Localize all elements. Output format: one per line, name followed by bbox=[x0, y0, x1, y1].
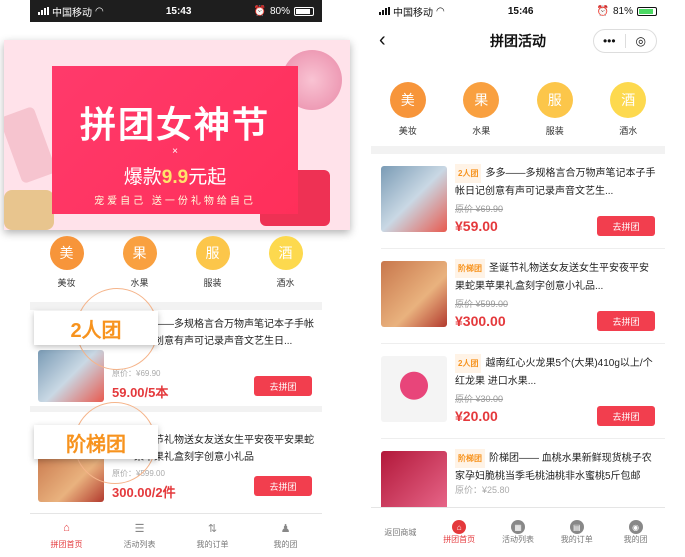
divider bbox=[30, 302, 322, 310]
tab-home[interactable]: ⌂ 拼团首页 bbox=[430, 508, 489, 557]
orders-icon: ⇅ bbox=[207, 522, 218, 535]
product-image bbox=[381, 261, 447, 327]
banner-title: 拼团女神节 bbox=[79, 104, 270, 146]
category-clothing[interactable]: 服服装 bbox=[195, 236, 230, 289]
category-row: 美美妆 果水果 服服装 酒酒水 bbox=[30, 236, 322, 289]
product-title: 2人团 多多——多规格言合万物声笔记本子手帐日记创意有声可记录声音文艺生... bbox=[455, 164, 657, 198]
group-icon: ◉ bbox=[628, 520, 643, 534]
group-badge: 2人团 bbox=[455, 354, 482, 373]
cake-decoration bbox=[4, 190, 54, 230]
orders-icon: ▤ bbox=[569, 520, 584, 534]
status-bar: 中国移动 ◠ 15:46 ⏰ 81% bbox=[371, 0, 665, 22]
nav-bar: ‹ 拼团活动 ••• ◎ bbox=[371, 22, 665, 60]
battery-charging-icon bbox=[637, 6, 657, 16]
group-price: ¥59.00 bbox=[455, 218, 498, 234]
home-icon: ⌂ bbox=[63, 522, 70, 534]
product-title: 圣诞节礼物送女友送女生平安夜平安果蛇果苹果礼盒刻字创意小礼品 bbox=[134, 435, 314, 463]
product-image bbox=[381, 356, 447, 422]
group-price: 59.00/5本 bbox=[112, 385, 169, 400]
group-badge: 阶梯团 bbox=[455, 449, 485, 468]
battery-percent: 81% bbox=[612, 5, 633, 17]
list-item[interactable]: 2人团 多多——多规格言合万物声笔记本子手帐日记创意有声可记录声音文艺生... 原… bbox=[371, 154, 665, 248]
more-icon[interactable]: ••• bbox=[594, 34, 625, 48]
product-image bbox=[381, 451, 447, 511]
original-price: 原价 ¥599.00 bbox=[455, 299, 509, 309]
alarm-icon: ⏰ bbox=[253, 5, 266, 17]
product-title: 多多——多规格言合万物声笔记本子手帐日记创意有声可记录声音文艺生日... bbox=[134, 319, 314, 347]
group-type-label: 2人团 bbox=[34, 311, 158, 345]
category-clothing[interactable]: 服服装 bbox=[536, 82, 573, 137]
home-icon: ⌂ bbox=[452, 520, 467, 534]
group-price: 300.00/2件 bbox=[112, 485, 176, 500]
signal-icon bbox=[38, 7, 49, 15]
group-price: ¥20.00 bbox=[455, 408, 498, 424]
join-group-button[interactable]: 去拼团 bbox=[254, 376, 312, 396]
right-phone-screen: 中国移动 ◠ 15:46 ⏰ 81% ‹ 拼团活动 ••• ◎ 美美妆 果水果 … bbox=[371, 0, 665, 557]
tab-back-to-mall[interactable]: 返回商城 bbox=[371, 508, 430, 557]
wifi-icon: ◠ bbox=[95, 5, 104, 17]
carrier: 中国移动 bbox=[393, 7, 433, 19]
battery-percent: 80% bbox=[269, 5, 290, 17]
join-group-button[interactable]: 去拼团 bbox=[597, 216, 655, 236]
tab-my-groups[interactable]: ◉ 我的团 bbox=[606, 508, 665, 557]
category-fruit[interactable]: 果水果 bbox=[463, 82, 500, 137]
clock: 15:43 bbox=[165, 5, 192, 17]
group-price: ¥300.00 bbox=[455, 313, 506, 329]
wifi-icon: ◠ bbox=[436, 5, 445, 17]
tab-my-groups[interactable]: ♟ 我的团 bbox=[249, 514, 322, 557]
tab-my-orders[interactable]: ▤ 我的订单 bbox=[547, 508, 606, 557]
original-price: 原价 ¥69.90 bbox=[455, 204, 504, 214]
join-group-button[interactable]: 去拼团 bbox=[597, 406, 655, 426]
phone-decoration bbox=[4, 105, 57, 185]
battery-icon bbox=[294, 6, 314, 16]
join-group-button[interactable]: 去拼团 bbox=[597, 311, 655, 331]
category-beauty[interactable]: 美美妆 bbox=[49, 236, 84, 289]
miniprogram-capsule: ••• ◎ bbox=[593, 29, 657, 53]
status-bar: 中国移动 ◠ 15:43 ⏰ 80% bbox=[30, 0, 322, 22]
banner-x-mark: × bbox=[172, 146, 178, 157]
tab-activity-list[interactable]: ☰ 活动列表 bbox=[103, 514, 176, 557]
product-image bbox=[381, 166, 447, 232]
product-title: 阶梯团 圣诞节礼物送女友送女生平安夜平安果蛇果苹果礼盒刻字创意小礼品... bbox=[455, 259, 657, 293]
original-price: 原价：¥25.80 bbox=[455, 485, 510, 495]
join-group-button[interactable]: 去拼团 bbox=[254, 476, 312, 496]
close-target-icon[interactable]: ◎ bbox=[626, 34, 657, 48]
category-drinks[interactable]: 酒酒水 bbox=[268, 236, 303, 289]
product-title: 阶梯团 阶梯团—— 血桃水果新鲜现货桃子农家孕妇脆桃当季毛桃油桃非水蜜桃5斤包邮 bbox=[455, 449, 657, 483]
banner-card: 拼团女神节 × 爆款9.9元起 宠爱自己 送一份礼物给自己 bbox=[52, 66, 298, 214]
left-phone-screen: 中国移动 ◠ 15:43 ⏰ 80% 拼团女神节 × 爆款9.9元起 宠爱自己 … bbox=[4, 0, 350, 557]
back-icon[interactable]: ‹ bbox=[379, 29, 386, 52]
category-fruit[interactable]: 果水果 bbox=[122, 236, 157, 289]
carrier: 中国移动 bbox=[52, 7, 92, 19]
tab-bar: 返回商城 ⌂ 拼团首页 ▦ 活动列表 ▤ 我的订单 ◉ 我的团 bbox=[371, 507, 665, 557]
users-icon: ♟ bbox=[280, 522, 291, 535]
list-item[interactable]: 阶梯团 圣诞节礼物送女友送女生平安夜平安果蛇果苹果礼盒刻字创意小礼品... 原价 … bbox=[371, 249, 665, 343]
group-badge: 2人团 bbox=[455, 164, 482, 183]
banner-slogan: 宠爱自己 送一份礼物给自己 bbox=[94, 196, 256, 207]
divider bbox=[371, 146, 665, 154]
tab-bar: ⌂ 拼团首页 ☰ 活动列表 ⇅ 我的订单 ♟ 我的团 bbox=[30, 513, 322, 557]
grid-icon: ▦ bbox=[510, 520, 525, 534]
category-beauty[interactable]: 美美妆 bbox=[389, 82, 426, 137]
tab-activity-list[interactable]: ▦ 活动列表 bbox=[489, 508, 548, 557]
clock: 15:46 bbox=[507, 5, 534, 17]
category-drinks[interactable]: 酒酒水 bbox=[610, 82, 647, 137]
original-price: 原价 ¥30.00 bbox=[455, 394, 504, 404]
list-item[interactable]: 2人团 越南红心火龙果5个(大果)410g以上/个 红龙果 进口水果... 原价 … bbox=[371, 344, 665, 438]
group-badge: 阶梯团 bbox=[455, 259, 485, 278]
signal-icon bbox=[379, 7, 390, 15]
tab-my-orders[interactable]: ⇅ 我的订单 bbox=[176, 514, 249, 557]
page-title: 拼团活动 bbox=[490, 33, 546, 49]
banner-subtitle: 爆款9.9元起 bbox=[123, 167, 227, 188]
product-title: 2人团 越南红心火龙果5个(大果)410g以上/个 红龙果 进口水果... bbox=[455, 354, 657, 388]
list-icon: ☰ bbox=[134, 522, 145, 535]
promo-banner[interactable]: 拼团女神节 × 爆款9.9元起 宠爱自己 送一份礼物给自己 bbox=[4, 40, 350, 230]
tab-home[interactable]: ⌂ 拼团首页 bbox=[30, 514, 103, 557]
group-type-label: 阶梯团 bbox=[34, 425, 158, 459]
category-row: 美美妆 果水果 服服装 酒酒水 bbox=[371, 82, 665, 137]
alarm-icon: ⏰ bbox=[596, 5, 609, 17]
